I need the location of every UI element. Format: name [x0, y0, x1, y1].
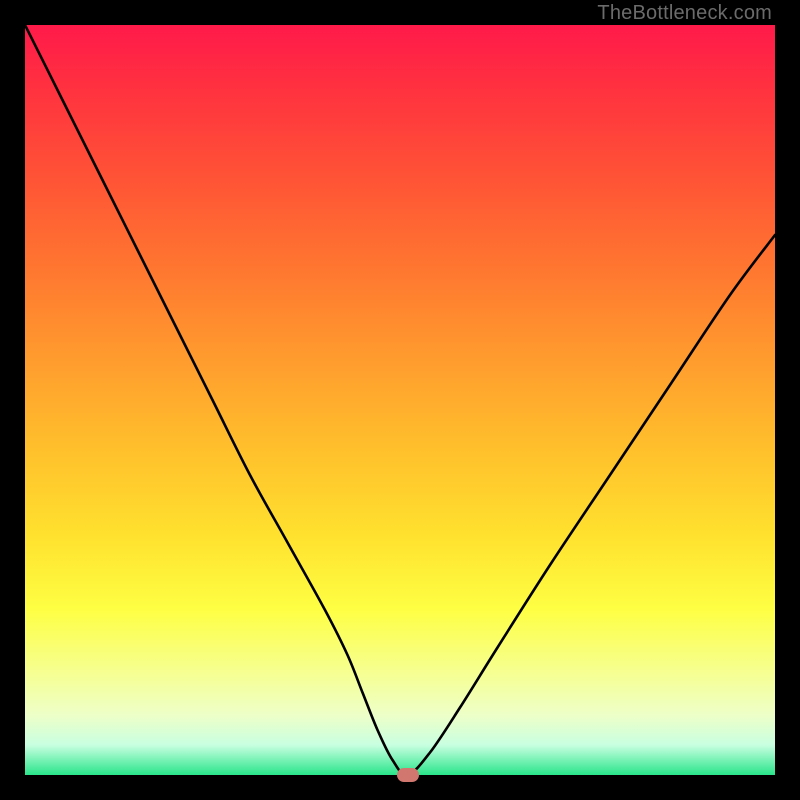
watermark-text: TheBottleneck.com	[597, 2, 772, 25]
plot-area	[25, 25, 775, 775]
optimal-point-marker	[397, 768, 419, 782]
chart-frame: TheBottleneck.com	[0, 0, 800, 800]
bottleneck-curve	[25, 25, 775, 775]
